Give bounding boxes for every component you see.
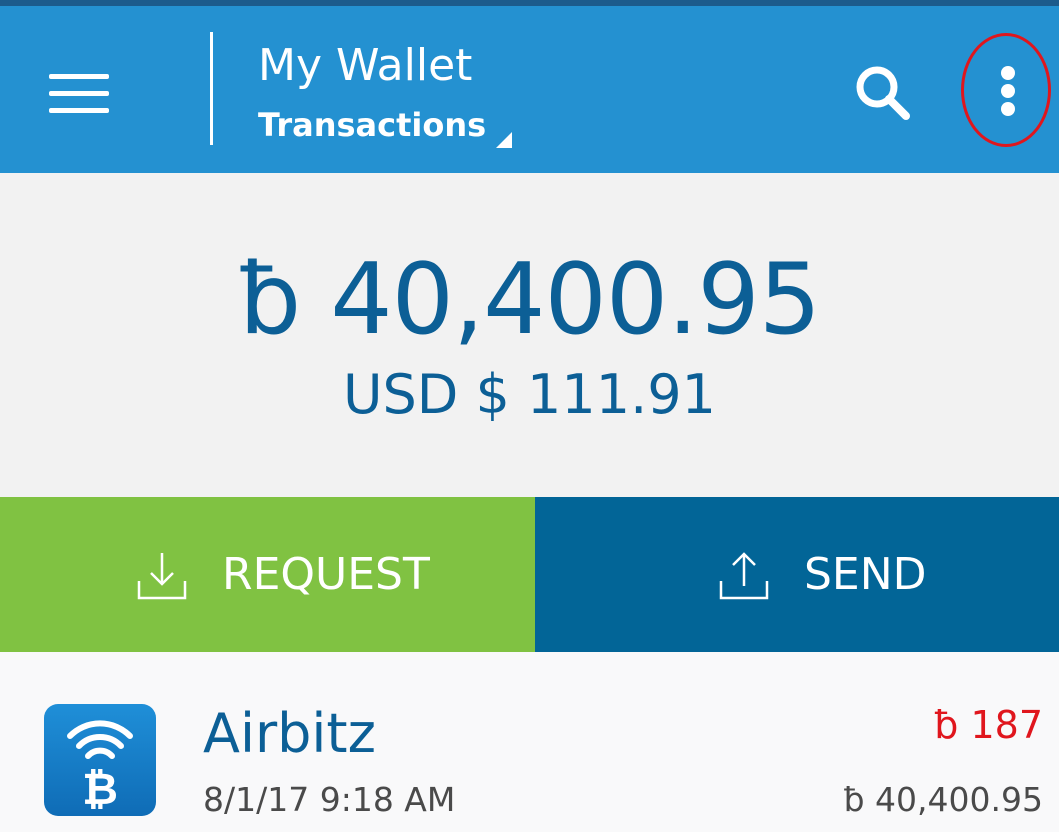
- svg-text:₿: ₿: [82, 764, 118, 815]
- transaction-row[interactable]: ₿ Airbitz 8/1/17 9:18 AM ƀ 187 ƀ 40,400.…: [0, 652, 1059, 832]
- hamburger-menu-icon: [49, 74, 109, 79]
- wallet-title: My Wallet: [258, 40, 473, 91]
- hamburger-menu-icon-bar: [49, 108, 109, 113]
- wallet-selector[interactable]: My Wallet Transactions: [258, 34, 538, 154]
- balance-fiat: USD $ 111.91: [342, 363, 717, 426]
- menu-button[interactable]: [40, 58, 118, 128]
- transaction-name: Airbitz: [203, 702, 376, 765]
- wifi-bitcoin-icon: ₿: [67, 720, 133, 815]
- send-button[interactable]: SEND: [535, 497, 1059, 652]
- transaction-amount: ƀ 187: [934, 703, 1043, 747]
- dropdown-indicator-icon: [496, 132, 512, 148]
- header-divider: [210, 32, 213, 145]
- search-button[interactable]: [848, 58, 918, 128]
- request-button[interactable]: REQUEST: [0, 497, 535, 652]
- request-label: REQUEST: [222, 549, 430, 600]
- view-subtitle: Transactions: [258, 106, 487, 144]
- search-icon: [856, 66, 910, 120]
- hamburger-menu-icon-bar: [49, 91, 109, 96]
- transaction-date: 8/1/17 9:18 AM: [203, 780, 456, 819]
- upload-icon: [719, 552, 769, 600]
- balance-btc: ƀ 40,400.95: [238, 243, 821, 357]
- transaction-running-balance: ƀ 40,400.95: [843, 780, 1043, 819]
- download-icon: [137, 553, 187, 600]
- highlight-ring: [961, 33, 1051, 147]
- balance-panel[interactable]: ƀ 40,400.95 USD $ 111.91: [0, 173, 1059, 497]
- send-label: SEND: [804, 549, 927, 600]
- airbitz-logo-icon: ₿: [44, 704, 156, 816]
- app-bar: My Wallet Transactions: [0, 6, 1059, 173]
